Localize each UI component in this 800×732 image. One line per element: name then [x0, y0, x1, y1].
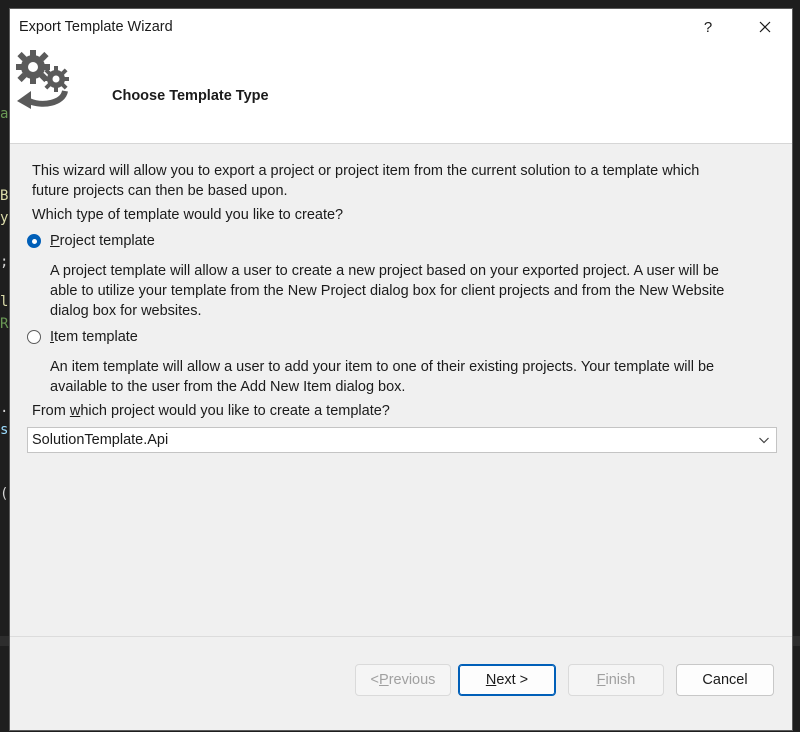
- project-select-value: SolutionTemplate.Api: [32, 432, 169, 448]
- project-template-description-1: A project template will allow a user to …: [50, 263, 719, 279]
- project-template-description-2: able to utilize your template from the N…: [50, 283, 725, 299]
- cancel-button[interactable]: Cancel: [676, 664, 774, 696]
- item-template-description-2: available to the user from the Add New I…: [50, 379, 406, 395]
- window-title: Export Template Wizard: [19, 19, 173, 35]
- export-template-wizard-dialog: Export Template Wizard ? Choose Template…: [9, 8, 793, 731]
- intro-text-line-1: This wizard will allow you to export a p…: [32, 163, 700, 179]
- template-type-question: Which type of template would you like to…: [32, 207, 344, 223]
- footer-divider: [10, 636, 792, 637]
- chevron-down-icon: [759, 437, 769, 444]
- close-icon: [759, 21, 771, 33]
- project-select-question: From which project would you like to cre…: [32, 403, 390, 419]
- project-select-combobox[interactable]: SolutionTemplate.Api: [27, 427, 777, 453]
- radio-indicator[interactable]: [27, 234, 41, 248]
- help-icon: ?: [703, 18, 713, 36]
- help-button[interactable]: ?: [685, 9, 731, 45]
- page-title: Choose Template Type: [112, 88, 269, 104]
- project-template-label: Project template: [50, 233, 155, 249]
- radio-indicator[interactable]: [27, 330, 41, 344]
- finish-button[interactable]: Finish: [568, 664, 664, 696]
- item-template-description-1: An item template will allow a user to ad…: [50, 359, 715, 375]
- close-button[interactable]: [742, 9, 788, 45]
- previous-button[interactable]: < Previous: [355, 664, 451, 696]
- item-template-label: Item template: [50, 329, 138, 345]
- project-template-description-3: dialog box for websites.: [50, 303, 202, 319]
- next-button[interactable]: Next >: [458, 664, 556, 696]
- item-template-radio[interactable]: Item template: [27, 329, 138, 345]
- intro-text-line-2: future projects can then be based upon.: [32, 183, 288, 199]
- wizard-header: Choose Template Type: [10, 45, 792, 144]
- project-template-radio[interactable]: Project template: [27, 233, 155, 249]
- title-bar: Export Template Wizard ?: [10, 9, 792, 45]
- gears-arrow-icon: [16, 50, 69, 109]
